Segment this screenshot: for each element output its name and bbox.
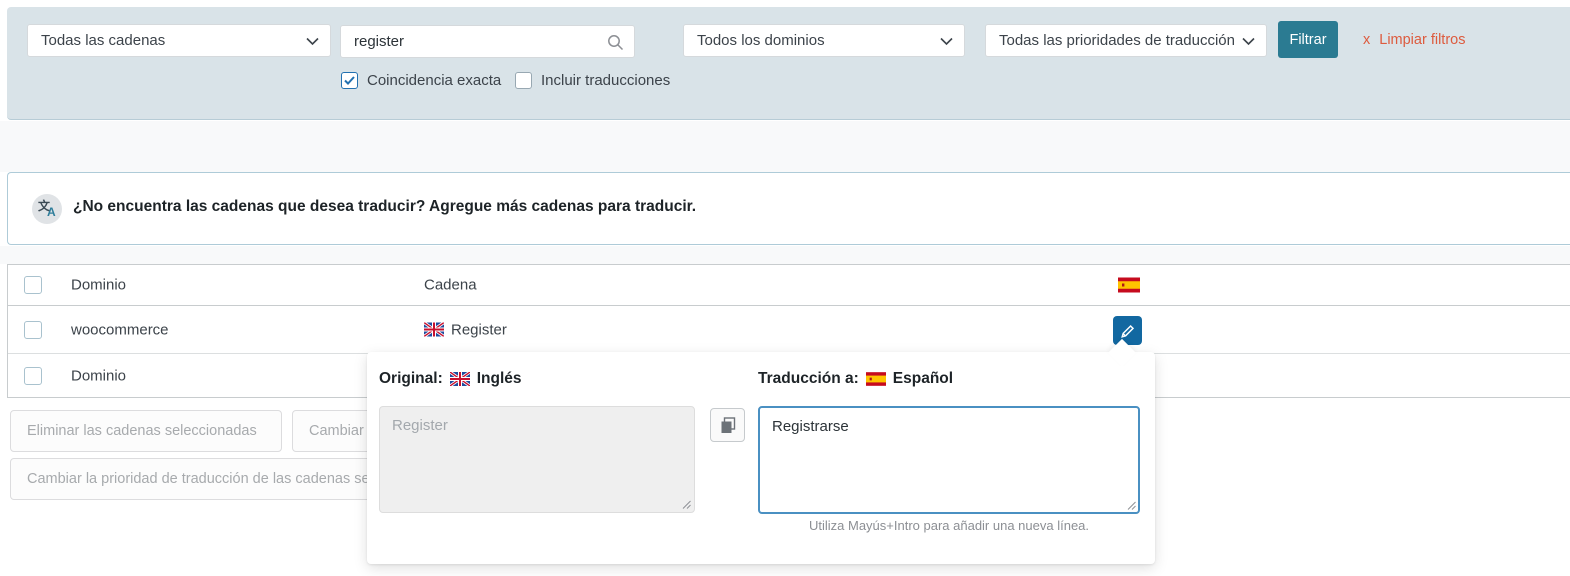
spanish-flag-icon — [865, 372, 886, 386]
original-textarea — [379, 406, 695, 513]
footer-header-domain: Dominio — [71, 367, 127, 384]
exact-match-label: Coincidencia exacta — [367, 72, 502, 89]
add-strings-notice: 文 A ¿No encuentra las cadenas que desea … — [7, 172, 1570, 245]
exact-match-option: Coincidencia exacta — [341, 72, 501, 89]
domain-cell: woocommerce — [71, 321, 169, 338]
priorities-filter-select[interactable]: Todas las prioridades de traducción — [985, 24, 1267, 57]
row-checkbox[interactable] — [24, 320, 42, 339]
page-background-band — [0, 246, 1570, 264]
translation-label: Traducción a: — [758, 370, 859, 387]
original-textarea-wrap — [379, 406, 695, 513]
chevron-down-icon — [940, 32, 953, 49]
include-translations-checkbox[interactable] — [515, 72, 532, 89]
exact-match-checkbox[interactable] — [341, 72, 358, 89]
original-language: Inglés — [476, 370, 522, 387]
check-icon — [344, 76, 355, 85]
strings-filter-select[interactable]: Todas las cadenas — [27, 24, 331, 57]
filter-panel: Todas las cadenas Todos los dominios Tod… — [7, 7, 1570, 120]
translation-textarea[interactable]: Registrarse — [758, 406, 1140, 514]
original-label-row: Original: Inglés — [379, 370, 522, 388]
chevron-down-icon — [306, 32, 319, 49]
column-header-domain: Dominio — [71, 276, 127, 294]
change-priority-label: Cambiar la prioridad de traducción de la… — [27, 471, 381, 487]
copy-icon — [721, 416, 735, 433]
page-background-band — [0, 121, 1570, 172]
chevron-down-icon — [1242, 32, 1255, 49]
table-row: woocommerce Register — [8, 306, 1570, 354]
strings-filter-value: Todas las cadenas — [41, 32, 166, 49]
pencil-icon — [1120, 324, 1134, 338]
domains-filter-select[interactable]: Todos los dominios — [683, 24, 965, 57]
priorities-filter-value: Todas las prioridades de traducción — [999, 32, 1235, 49]
english-flag-icon — [448, 370, 471, 388]
copy-original-button[interactable] — [710, 408, 745, 442]
change-domain-label: Cambiar — [309, 423, 364, 439]
editor-helper-text: Utiliza Mayús+Intro para añadir una nuev… — [808, 518, 1090, 533]
original-label: Original: — [379, 370, 443, 387]
english-flag-icon — [423, 321, 445, 338]
string-cell: Register — [423, 321, 507, 338]
domains-filter-value: Todos los dominios — [697, 32, 825, 49]
clear-filters-x: x — [1363, 31, 1371, 48]
column-header-string: Cadena — [424, 276, 477, 294]
translation-editor-popup: Original: Inglés Traducción a: Español R… — [367, 338, 1155, 564]
filter-button[interactable]: Filtrar — [1278, 21, 1338, 58]
translation-label-row: Traducción a: Español — [758, 370, 953, 388]
string-text: Register — [451, 321, 507, 338]
delete-selected-button[interactable]: Eliminar las cadenas seleccionadas — [10, 410, 282, 452]
clear-filters-link[interactable]: x Limpiar filtros — [1363, 21, 1465, 58]
search-icon — [607, 34, 624, 56]
table-header-row: Dominio Cadena — [8, 265, 1570, 306]
include-translations-label: Incluir traducciones — [541, 72, 671, 89]
string-translation-page: Todas las cadenas Todos los dominios Tod… — [0, 0, 1570, 576]
include-translations-option: Incluir traducciones — [515, 72, 670, 89]
select-all-checkbox[interactable] — [24, 276, 42, 294]
edit-translation-button[interactable] — [1113, 316, 1142, 345]
translate-icon: 文 A — [32, 194, 62, 224]
delete-selected-label: Eliminar las cadenas seleccionadas — [27, 423, 257, 439]
clear-filters-label: Limpiar filtros — [1379, 31, 1466, 48]
translation-language: Español — [892, 370, 954, 387]
spanish-flag-icon — [1118, 277, 1140, 293]
search-input[interactable] — [340, 25, 635, 58]
select-all-checkbox-footer[interactable] — [24, 366, 42, 385]
notice-text: ¿No encuentra las cadenas que desea trad… — [73, 198, 697, 215]
translation-textarea-wrap: Registrarse — [758, 406, 1140, 514]
